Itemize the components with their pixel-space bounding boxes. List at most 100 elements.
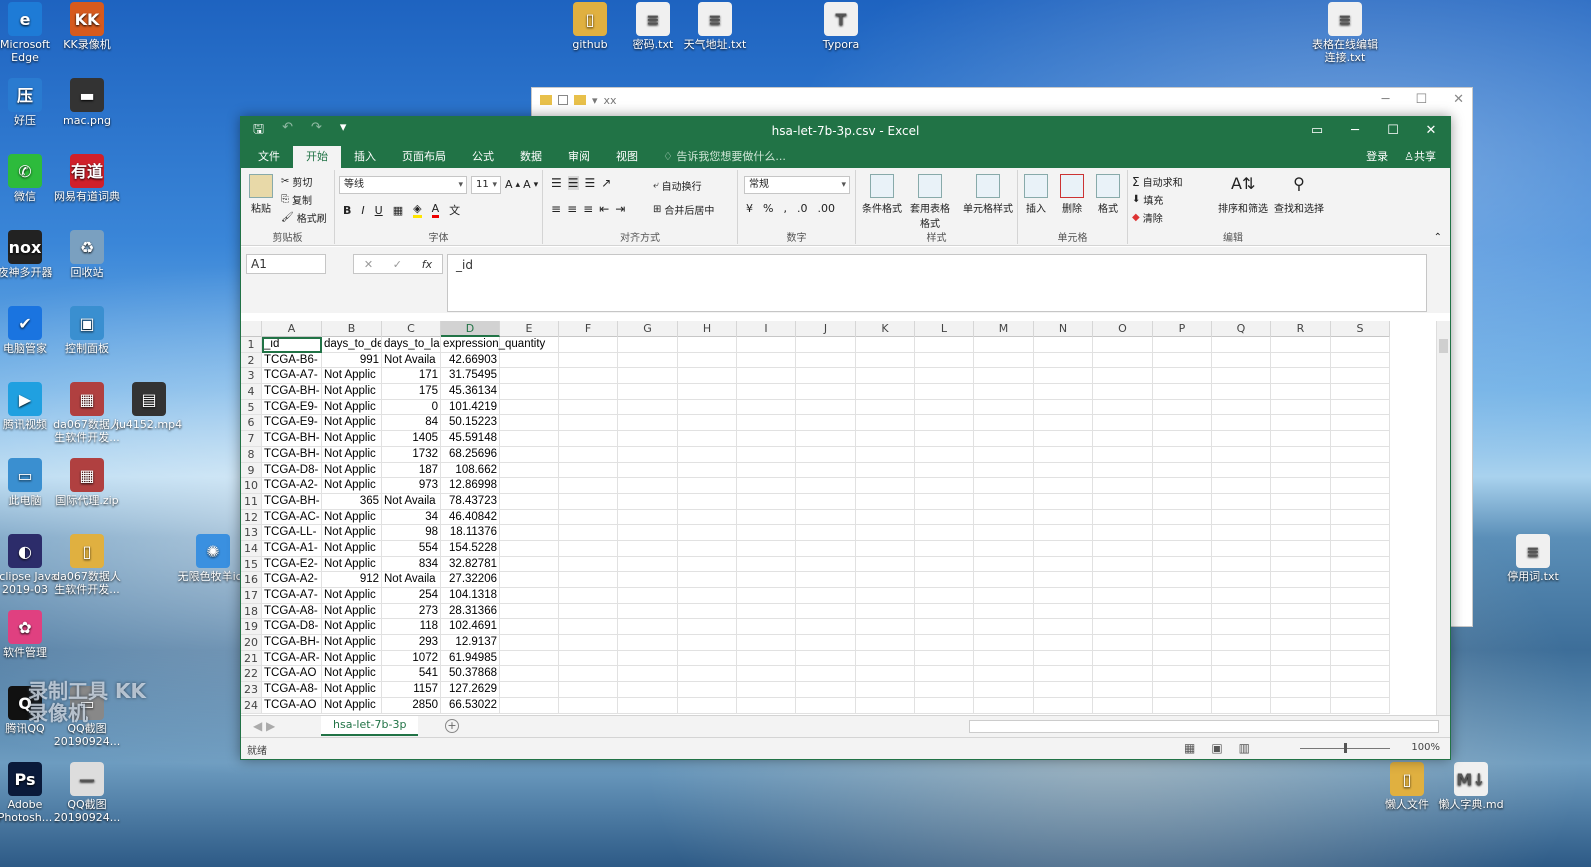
grid-cell[interactable]: TCGA-D8- (262, 462, 322, 479)
grid-cell[interactable] (1034, 478, 1093, 494)
desktop-icon[interactable]: T Typora (804, 2, 878, 51)
grid-cell[interactable]: TCGA-A8- (262, 603, 322, 620)
grid-cell[interactable]: 108.662 (441, 462, 500, 479)
grid-cell[interactable]: expression_quantity (441, 337, 545, 353)
desktop-icon[interactable]: ▤ ju4152.mp4 (112, 382, 186, 431)
grid-cell[interactable] (618, 462, 678, 479)
grid-cell[interactable] (678, 384, 737, 400)
grid-cell[interactable] (1034, 650, 1093, 667)
grid-cell[interactable] (1093, 384, 1153, 400)
grid-cell[interactable] (1153, 478, 1212, 494)
grid-cell[interactable] (500, 682, 559, 698)
grid-cell[interactable]: TCGA-A7- (262, 588, 322, 604)
grid-cell[interactable] (856, 384, 915, 400)
grid-cell[interactable]: TCGA-E9- (262, 399, 322, 416)
grid-cell[interactable]: Not Applic (322, 635, 382, 651)
grid-cell[interactable] (678, 431, 737, 447)
grid-cell[interactable] (796, 368, 856, 385)
grid-cell[interactable] (500, 509, 559, 526)
left-align-icon[interactable]: ≡ (551, 202, 561, 216)
grid-cell[interactable] (856, 588, 915, 604)
grid-cell[interactable] (1093, 352, 1153, 369)
column-header[interactable]: J (796, 321, 856, 337)
grid-cell[interactable] (618, 556, 678, 573)
grid-cell[interactable] (737, 493, 796, 510)
grid-cell[interactable] (678, 415, 737, 432)
grid-cell[interactable] (1034, 556, 1093, 573)
grid-cell[interactable] (1271, 588, 1331, 604)
grid-cell[interactable]: 273 (382, 603, 441, 620)
grid-cell[interactable] (915, 462, 974, 479)
grid-cell[interactable] (1093, 556, 1153, 573)
grid-cell[interactable] (618, 588, 678, 604)
grid-cell[interactable]: Not Applic (322, 666, 382, 683)
grid-cell[interactable] (1271, 556, 1331, 573)
grid-cell[interactable] (915, 352, 974, 369)
column-header[interactable]: M (974, 321, 1034, 337)
row-header[interactable]: 7 (241, 431, 262, 447)
grid-cell[interactable] (559, 368, 618, 385)
grid-cell[interactable] (737, 352, 796, 369)
grid-cell[interactable] (796, 540, 856, 557)
grid-cell[interactable] (559, 352, 618, 369)
grid-cell[interactable] (974, 603, 1034, 620)
row-header[interactable]: 17 (241, 588, 262, 604)
grid-cell[interactable]: Not Availa (382, 352, 441, 369)
grid-cell[interactable] (974, 619, 1034, 636)
grid-cell[interactable] (1331, 619, 1390, 636)
grid-cell[interactable] (1271, 619, 1331, 636)
grid-cell[interactable]: 98 (382, 525, 441, 541)
grid-cell[interactable] (1271, 603, 1331, 620)
grid-cell[interactable] (1093, 603, 1153, 620)
grid-cell[interactable] (500, 697, 559, 714)
grid-cell[interactable] (1153, 540, 1212, 557)
grid-cell[interactable] (1271, 352, 1331, 369)
grid-cell[interactable] (678, 493, 737, 510)
enter-icon[interactable]: ✓ (393, 258, 402, 271)
grid-cell[interactable] (559, 572, 618, 588)
grid-cell[interactable] (559, 635, 618, 651)
grid-cell[interactable] (1212, 399, 1271, 416)
grid-cell[interactable] (1153, 619, 1212, 636)
orientation-icon[interactable]: ↗ (601, 176, 611, 190)
grid-cell[interactable] (856, 650, 915, 667)
grid-cell[interactable] (678, 352, 737, 369)
select-all-corner[interactable] (241, 321, 262, 337)
merge-center-button[interactable]: ⊞ 合并后居中 (653, 202, 714, 217)
grid-cell[interactable] (1212, 572, 1271, 588)
grid-cell[interactable] (1212, 635, 1271, 651)
grid-cell[interactable] (796, 603, 856, 620)
grid-cell[interactable] (1153, 603, 1212, 620)
grid-cell[interactable] (1331, 666, 1390, 683)
grid-cell[interactable] (1093, 697, 1153, 714)
grid-cell[interactable] (618, 697, 678, 714)
cell-styles-button[interactable]: 单元格样式 (960, 174, 1016, 215)
decrease-indent-icon[interactable]: ⇤ (599, 202, 609, 216)
grid-cell[interactable] (915, 635, 974, 651)
grid-cell[interactable] (1212, 478, 1271, 494)
grid-cell[interactable] (559, 697, 618, 714)
grid-cell[interactable] (1271, 478, 1331, 494)
grid-cell[interactable] (500, 478, 559, 494)
grid-cell[interactable] (500, 352, 559, 369)
grid-cell[interactable] (796, 493, 856, 510)
grid-cell[interactable] (1093, 431, 1153, 447)
vertical-scrollbar[interactable] (1436, 321, 1450, 715)
grid-cell[interactable] (678, 368, 737, 385)
grid-cell[interactable] (737, 682, 796, 698)
grid-cell[interactable]: TCGA-E9- (262, 415, 322, 432)
grid-cell[interactable] (559, 588, 618, 604)
font-size-select[interactable]: 11 (471, 176, 501, 194)
grid-cell[interactable] (1034, 603, 1093, 620)
grid-cell[interactable] (1034, 399, 1093, 416)
grid-cell[interactable] (856, 666, 915, 683)
row-header[interactable]: 1 (241, 337, 262, 353)
grid-cell[interactable] (796, 509, 856, 526)
desktop-icon[interactable]: — QQ截图20190924... (50, 762, 124, 824)
grid-cell[interactable]: 101.4219 (441, 399, 500, 416)
grid-cell[interactable] (796, 682, 856, 698)
grid-cell[interactable] (737, 666, 796, 683)
grid-cell[interactable] (796, 462, 856, 479)
grid-cell[interactable] (974, 415, 1034, 432)
customize-toolbar-icon[interactable]: ▾ (340, 120, 347, 142)
